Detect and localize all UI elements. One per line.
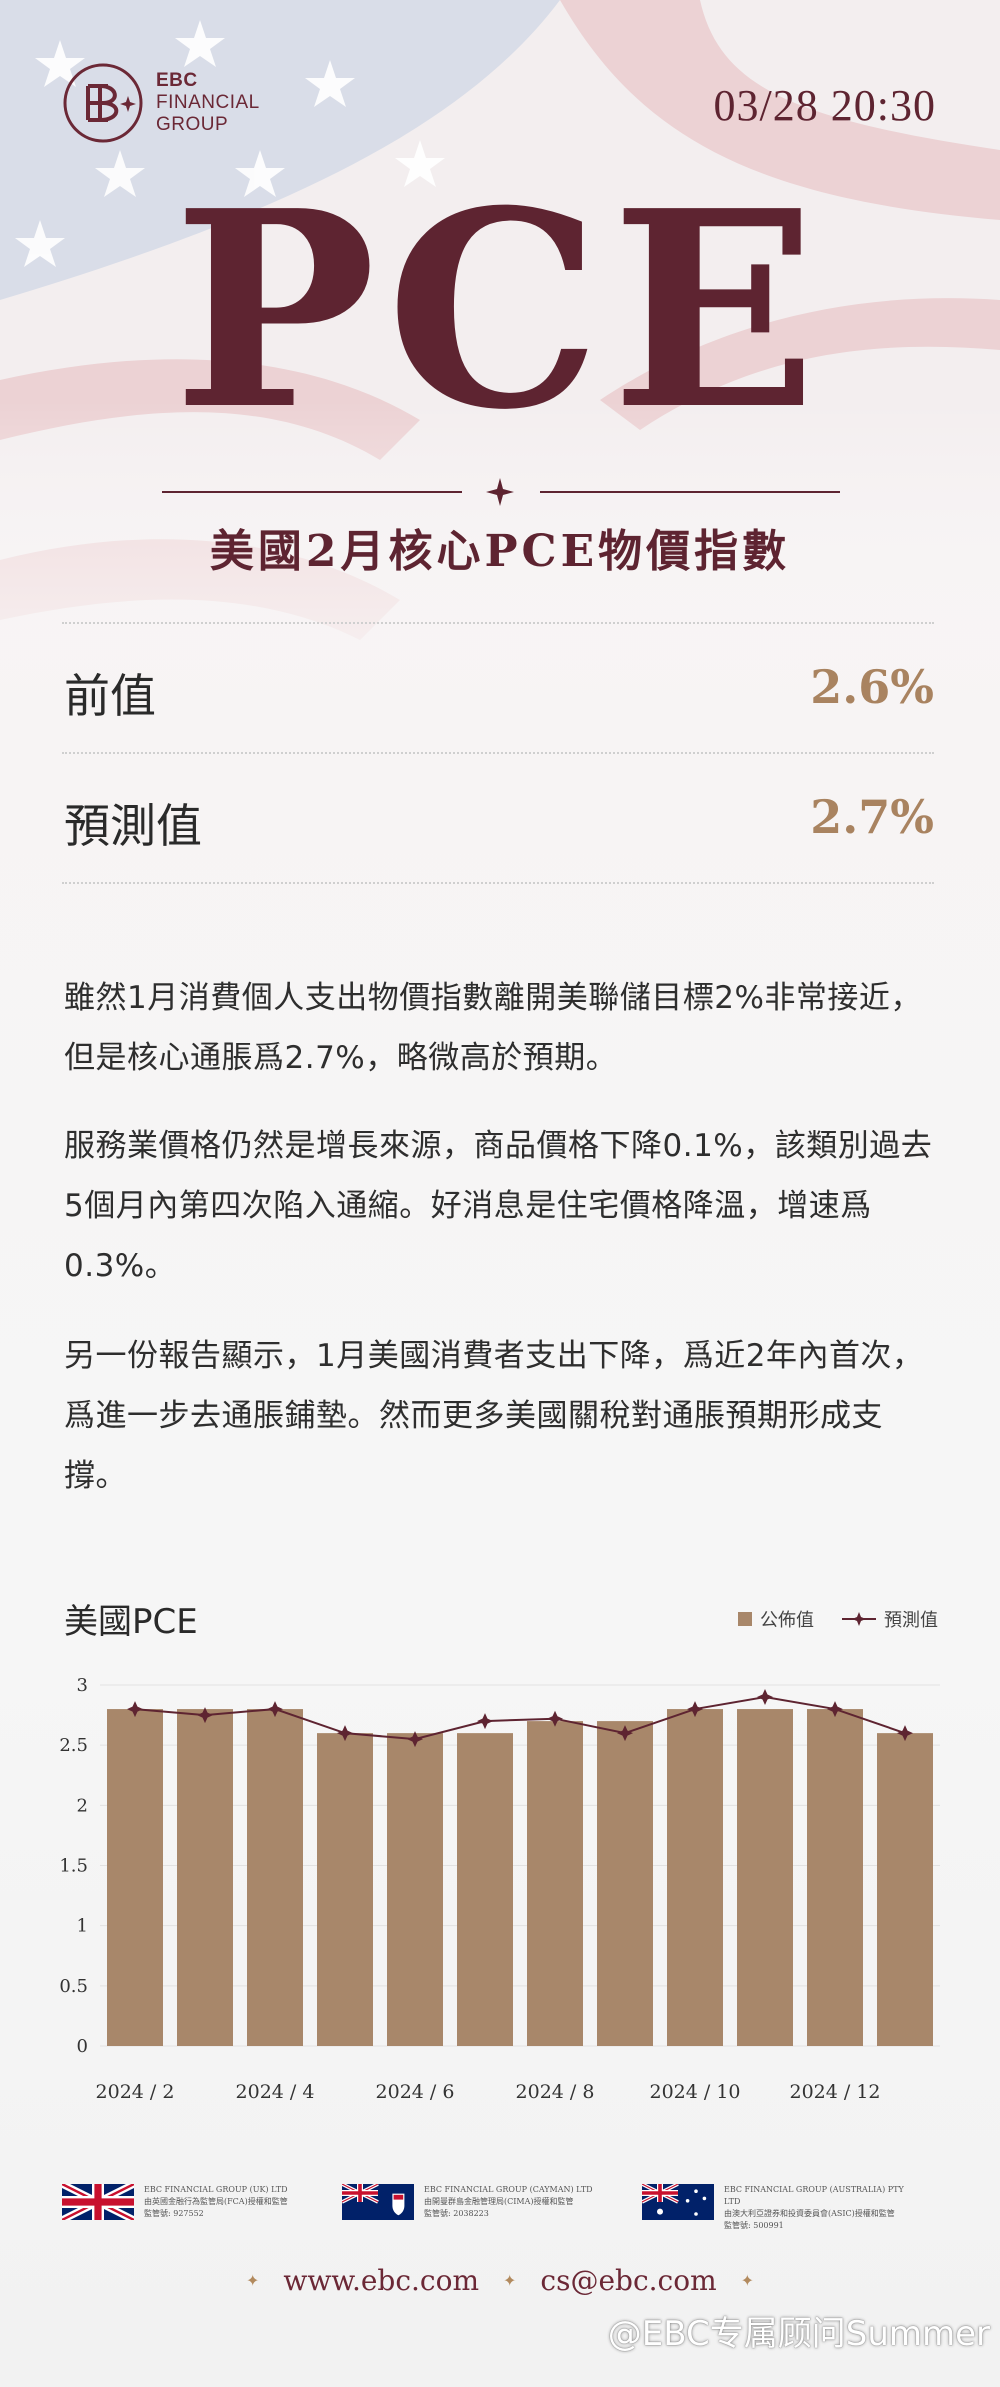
regulator-cayman-name: EBC FINANCIAL GROUP (CAYMAN) LTD (424, 2185, 593, 2194)
email-link[interactable]: cs@ebc.com (540, 2264, 716, 2297)
regulator-uk-desc: 由英國金融行為監管局(FCA)授權和監管 (144, 2197, 288, 2206)
release-datetime: 03/28 20:30 (713, 81, 936, 130)
previous-value-label: 前值 (64, 669, 156, 723)
watermark: @EBC专属顾问Summer (607, 2314, 990, 2354)
regulator-uk: EBC FINANCIAL GROUP (UK) LTD 由英國金融行為監管局(… (62, 2184, 324, 2220)
bar (457, 1733, 513, 2046)
ebc-logo: EBC FINANCIAL GROUP (62, 62, 260, 144)
website-link[interactable]: www.ebc.com (283, 2264, 479, 2297)
x-tick-label: 2024 / 4 (236, 2081, 315, 2100)
paragraph-2: 服務業價格仍然是增長來源，商品價格下降0.1%，該類別過去5個月內第四次陷入通縮… (64, 1128, 933, 1284)
y-tick-label: 0.5 (59, 1976, 88, 1997)
previous-value: 2.6% (810, 660, 934, 714)
legend-actual-label: 公佈值 (760, 1610, 814, 1631)
row-divider (62, 882, 934, 884)
bar (387, 1733, 443, 2046)
bar (177, 1709, 233, 2046)
sparkle-icon (486, 478, 514, 506)
bar (317, 1733, 373, 2046)
legend-bar-swatch (738, 1612, 752, 1626)
divider-right (540, 491, 840, 493)
regulator-cayman-desc: 由開曼群島金融管理局(CIMA)授權和監管 (424, 2197, 574, 2206)
regulator-australia-name: EBC FINANCIAL GROUP (AUSTRALIA) PTY LTD (724, 2185, 904, 2206)
company-name-line1: EBC (156, 70, 198, 91)
bar (107, 1709, 163, 2046)
paragraph-1: 雖然1月消費個人支出物價指數離開美聯儲目標2%非常接近，但是核心通脹爲2.7%，… (64, 980, 922, 1076)
page-subtitle: 美國2月核心PCE物價指數 (209, 526, 791, 577)
y-tick-label: 2 (77, 1795, 88, 1816)
legend-line-swatch (842, 1612, 876, 1626)
regulator-australia: EBC FINANCIAL GROUP (AUSTRALIA) PTY LTD … (642, 2184, 904, 2232)
x-tick-label: 2024 / 10 (649, 2081, 740, 2100)
legend-forecast-label: 預測值 (884, 1610, 938, 1631)
x-tick-label: 2024 / 8 (516, 2081, 595, 2100)
forecast-point (757, 1689, 773, 1706)
regulator-australia-desc: 由澳大利亞證券和投資委員會(ASIC)授權和監管 (724, 2209, 895, 2218)
pce-chart: 0 0.5 1 1.5 2 2.5 3 2024 / 2 2024 / 4 2024 / 6 202… (59, 1675, 940, 2100)
y-tick-label: 2.5 (59, 1735, 88, 1756)
paragraph-3: 另一份報告顯示，1月美國消費者支出下降，爲近2年內首次，爲進一步去通脹鋪墊。然而… (64, 1338, 924, 1494)
bar (597, 1721, 653, 2046)
y-tick-label: 1.5 (59, 1856, 88, 1877)
footer: ✦ www.ebc.com ✦ cs@ebc.com ✦ (0, 2264, 1000, 2297)
sparkle-icon: ✦ (245, 2271, 260, 2290)
chart-title: 美國PCE (64, 1602, 198, 1642)
y-tick-label: 3 (77, 1675, 88, 1696)
bar (807, 1709, 863, 2046)
forecast-value-label: 預測值 (64, 799, 202, 853)
chart-legend: 公佈值 預測值 (738, 1606, 938, 1632)
bar (877, 1733, 933, 2046)
forecast-point (477, 1713, 493, 1730)
bar (667, 1709, 723, 2046)
regulator-australia-number: 監管號: 500991 (724, 2221, 784, 2230)
x-tick-label: 2024 / 2 (96, 2081, 175, 2100)
regulator-uk-name: EBC FINANCIAL GROUP (UK) LTD (144, 2185, 288, 2194)
bar (737, 1709, 793, 2046)
y-tick-label: 0 (77, 2036, 88, 2057)
page-title: PCE (173, 151, 827, 469)
company-name: EBC FINANCIAL GROUP (156, 70, 260, 136)
ebc-logo-icon (63, 63, 143, 143)
sparkle-icon: ✦ (503, 2271, 517, 2290)
regulator-cayman: EBC FINANCIAL GROUP (CAYMAN) LTD 由開曼群島金融… (342, 2184, 604, 2220)
row-divider (62, 752, 934, 754)
australia-flag-icon (642, 2184, 714, 2220)
company-name-line3: GROUP (156, 114, 229, 135)
regulator-uk-number: 監管號: 927552 (144, 2209, 204, 2218)
x-tick-label: 2024 / 6 (376, 2081, 455, 2100)
cayman-flag-icon (342, 2184, 414, 2220)
forecast-value: 2.7% (810, 790, 934, 844)
x-tick-label: 2024 / 12 (789, 2081, 880, 2100)
bar (247, 1709, 303, 2046)
y-tick-label: 1 (77, 1916, 88, 1937)
company-name-line2: FINANCIAL (156, 92, 260, 113)
uk-flag-icon (62, 2184, 134, 2220)
regulator-cayman-number: 監管號: 2038223 (424, 2209, 489, 2218)
bar (527, 1721, 583, 2046)
row-divider (62, 622, 934, 624)
sparkle-icon: ✦ (740, 2271, 755, 2290)
divider-left (162, 491, 462, 493)
